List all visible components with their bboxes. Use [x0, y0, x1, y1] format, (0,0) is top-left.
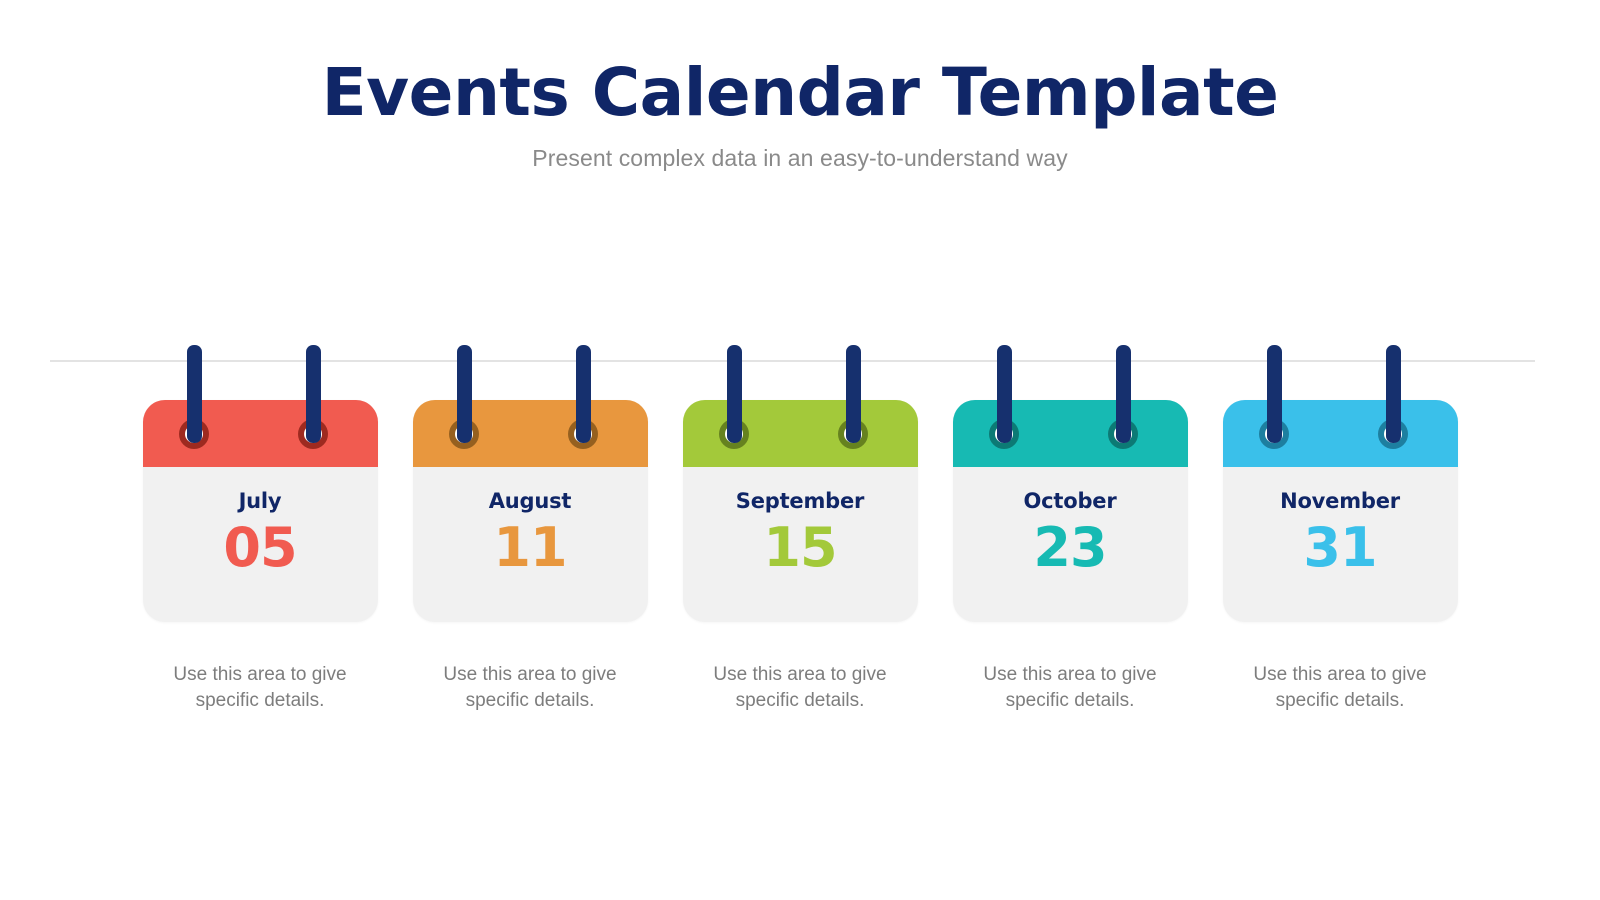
page-subtitle: Present complex data in an easy-to-under… [532, 145, 1068, 172]
calendar-item[interactable]: September 15 Use this area to give speci… [682, 345, 918, 713]
calendar-month-label: August [488, 489, 572, 513]
calendar-card[interactable]: November 31 [1222, 400, 1458, 622]
calendar-card-header [142, 400, 378, 467]
page-title: Events Calendar Template [321, 54, 1279, 131]
calendar-month-label: September [735, 489, 865, 513]
calendar-card-body: September 15 [683, 467, 918, 622]
calendar-card-header [682, 400, 918, 467]
calendar-caption: Use this area to give specific details. [983, 664, 1157, 711]
calendar-card[interactable]: October 23 [952, 400, 1188, 622]
calendar-card-body: November 31 [1223, 467, 1458, 622]
calendar-ring-icon [448, 419, 479, 449]
calendar-day-number: 05 [223, 516, 297, 579]
calendar-caption: Use this area to give specific details. [1253, 664, 1427, 711]
calendar-month-label: July [238, 489, 282, 513]
calendar-ring-icon [1377, 419, 1408, 449]
calendar-card[interactable]: July 05 [142, 400, 378, 622]
slide-header: Events Calendar Template Present complex… [0, 0, 1600, 172]
calendar-ring-icon [297, 419, 328, 449]
calendar-card-body: October 23 [953, 467, 1188, 622]
calendar-ring-icon [567, 419, 598, 449]
calendar-card-body: July 05 [143, 467, 378, 622]
calendar-caption: Use this area to give specific details. [443, 664, 617, 711]
calendar-ring-icon [178, 419, 209, 449]
calendar-ring-icon [837, 419, 868, 449]
calendar-day-number: 15 [763, 516, 837, 579]
calendar-ring-icon [1107, 419, 1138, 449]
calendar-month-label: October [1023, 489, 1117, 513]
calendar-caption: Use this area to give specific details. [173, 664, 347, 711]
calendar-month-label: November [1280, 489, 1400, 513]
calendar-card-header [412, 400, 648, 467]
calendar-item[interactable]: November 31 Use this area to give specif… [1222, 345, 1458, 713]
calendar-ring-icon [718, 419, 749, 449]
calendar-day-number: 11 [493, 516, 567, 579]
calendar-card-body: August 11 [413, 467, 648, 622]
calendar-ring-icon [1258, 419, 1289, 449]
calendar-card[interactable]: August 11 [412, 400, 648, 622]
calendar-item[interactable]: October 23 Use this area to give specifi… [952, 345, 1188, 713]
calendar-list: July 05 Use this area to give specific d… [0, 345, 1600, 713]
calendar-item[interactable]: July 05 Use this area to give specific d… [142, 345, 378, 713]
calendar-item[interactable]: August 11 Use this area to give specific… [412, 345, 648, 713]
calendar-day-number: 31 [1303, 516, 1377, 579]
calendar-card-header [952, 400, 1188, 467]
calendar-ring-icon [988, 419, 1019, 449]
calendar-card-header [1222, 400, 1458, 467]
calendar-caption: Use this area to give specific details. [713, 664, 887, 711]
calendar-day-number: 23 [1033, 516, 1107, 579]
calendar-card[interactable]: September 15 [682, 400, 918, 622]
